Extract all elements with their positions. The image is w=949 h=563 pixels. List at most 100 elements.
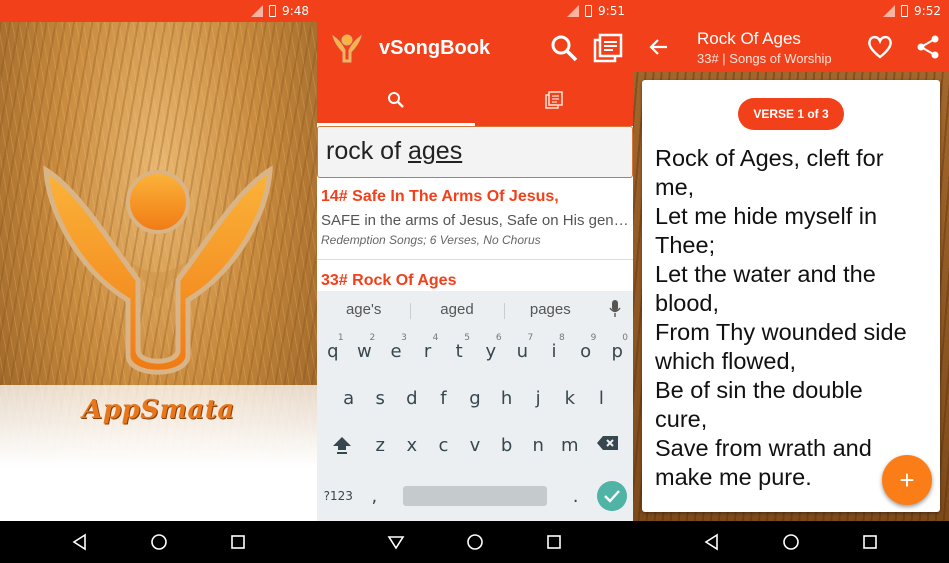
symbols-key[interactable]: ?123 [317,489,359,503]
status-time: 9:51 [598,4,625,18]
lyric-line: Save from wrath and [655,435,872,461]
key-n[interactable]: n [522,435,554,460]
lyric-line: cure, [655,406,708,432]
search-query-composing: ages [407,137,463,165]
status-bar: 9:52 [633,0,949,22]
key-w[interactable]: 2w [349,333,381,362]
search-input[interactable]: rock of ages [317,126,633,178]
key-p[interactable]: 0p [601,333,633,362]
microphone-icon[interactable] [597,300,633,318]
back-nav-icon[interactable] [703,533,721,551]
shift-key[interactable] [319,435,364,460]
period-key[interactable]: . [561,486,591,507]
key-l[interactable]: l [586,388,618,409]
add-fab-button[interactable]: + [882,455,932,505]
favorite-heart-icon[interactable] [867,34,893,60]
key-c[interactable]: c [428,435,460,460]
key-x[interactable]: x [396,435,428,460]
key-i[interactable]: 8i [538,333,570,362]
back-nav-icon[interactable] [71,533,89,551]
soft-keyboard: age's aged pages 1q 2w 3e 4r 5t 6y 7u 8i… [317,291,633,521]
tab-search[interactable] [317,74,475,126]
lyric-line: which flowed, [655,348,797,374]
hide-keyboard-nav-icon[interactable] [387,533,405,551]
song-title: 14# Safe In The Arms Of Jesus, [321,188,559,205]
key-q[interactable]: 1q [317,333,349,362]
key-row-3: z x c v b n m [317,435,633,460]
battery-icon [901,5,909,17]
lyric-line: Rock of Ages, cleft for [655,145,884,171]
splash-screen: 9:48 AppSmata [0,0,317,563]
key-d[interactable]: d [396,388,428,409]
songbooks-tab-icon [545,91,563,109]
key-e[interactable]: 3e [380,333,412,362]
recents-nav-icon[interactable] [229,533,247,551]
key-h[interactable]: h [491,388,523,409]
status-time: 9:52 [914,4,941,18]
key-t[interactable]: 5t [443,333,475,362]
space-key[interactable] [403,486,547,506]
backspace-icon [597,436,619,450]
key-row-2: a s d f g h j k l [317,388,633,409]
key-o[interactable]: 9o [570,333,602,362]
key-j[interactable]: j [522,388,554,409]
key-y[interactable]: 6y [475,333,507,362]
song-meta: Redemption Songs; 6 Verses, No Chorus [321,233,541,247]
battery-icon [585,5,593,17]
verse-badge: VERSE 1 of 3 [738,98,844,130]
key-r[interactable]: 4r [412,333,444,362]
lyric-line: blood, [655,290,720,316]
share-icon[interactable] [915,34,941,60]
app-bar-titles: Rock Of Ages 33# | Songs of Worship [697,29,845,66]
done-key[interactable] [596,481,627,511]
key-k[interactable]: k [554,388,586,409]
comma-key[interactable]: , [359,486,389,507]
search-tab-icon [388,92,404,108]
list-item[interactable]: 14# Safe In The Arms Of Jesus, SAFE in t… [317,188,633,260]
search-icon[interactable] [549,33,579,63]
key-b[interactable]: b [491,435,523,460]
key-v[interactable]: v [459,435,491,460]
backspace-key[interactable] [586,435,631,460]
status-bar: 9:51 [317,0,633,22]
key-u[interactable]: 7u [507,333,539,362]
recents-nav-icon[interactable] [545,533,563,551]
system-nav-bar [0,521,317,563]
app-bar: Rock Of Ages 33# | Songs of Worship [633,22,949,72]
key-s[interactable]: s [364,388,396,409]
app-logo-icon [332,34,362,63]
lyric-line: Thee; [655,232,716,258]
song-first-line: SAFE in the arms of Jesus, Safe on His g… [321,212,629,229]
key-row-4: ?123 , . [317,481,633,511]
signal-icon [883,5,896,17]
battery-icon [269,5,277,17]
lyrics-card: VERSE 1 of 3 Rock of Ages, cleft for me,… [642,80,940,512]
signal-icon [567,5,580,17]
key-m[interactable]: m [554,435,586,460]
key-a[interactable]: a [333,388,365,409]
suggestion-3[interactable]: pages [503,301,597,319]
system-nav-bar [317,521,633,563]
search-screen: 9:51 vSongBook rock of ages 14# Safe In … [317,0,633,563]
suggestion-1[interactable]: age's [317,301,410,318]
signal-icon [251,5,264,17]
status-bar: 9:48 [0,0,317,22]
song-subtitle: 33# | Songs of Worship [697,50,832,66]
home-nav-icon[interactable] [466,533,484,551]
recents-nav-icon[interactable] [861,533,879,551]
app-bar: vSongBook [317,22,633,74]
home-nav-icon[interactable] [150,533,168,551]
song-screen: 9:52 Rock Of Ages 33# | Songs of Worship… [633,0,949,563]
key-g[interactable]: g [459,388,491,409]
list-item[interactable]: 33# Rock Of Ages [317,272,633,292]
home-nav-icon[interactable] [782,533,800,551]
suggestion-2[interactable]: aged [410,301,503,319]
tab-songbooks[interactable] [475,74,633,126]
key-f[interactable]: f [428,388,460,409]
key-z[interactable]: z [364,435,396,460]
song-title: Rock Of Ages [697,28,801,48]
song-title: 33# Rock Of Ages [321,272,457,289]
songbooks-icon[interactable] [593,33,623,63]
app-title: vSongBook [379,36,491,59]
back-arrow-icon[interactable] [647,36,669,58]
